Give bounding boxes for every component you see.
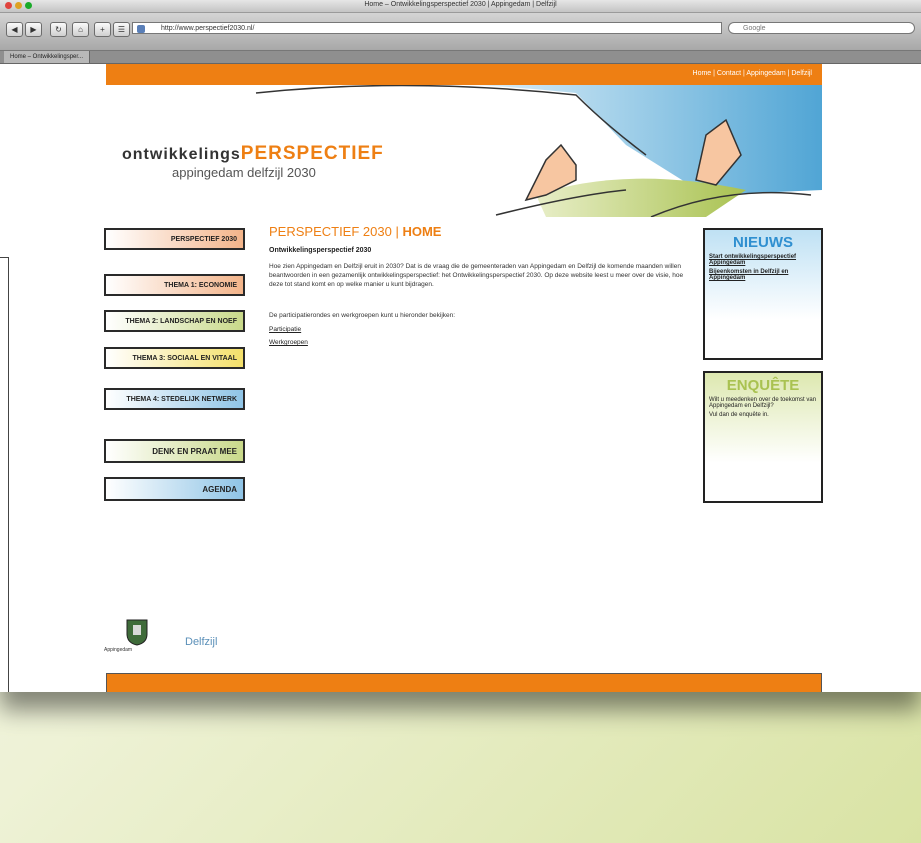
appingedam-logo-label: Appingedam <box>104 647 133 653</box>
participation-paragraph: De participatierondes en werkgroepen kun… <box>269 312 456 319</box>
site-logo[interactable]: ontwikkelingsPERSPECTIEF <box>122 143 384 165</box>
forward-button[interactable]: ▶ <box>25 22 42 37</box>
header-banner: ontwikkelingsPERSPECTIEF appingedam delf… <box>106 85 822 217</box>
tab-home[interactable]: Home – Ontwikkelingsper... <box>4 51 91 63</box>
survey-link[interactable]: Vul dan de enquête in. <box>709 412 817 418</box>
address-bar[interactable]: http://www.perspectief2030.nl/ <box>132 22 722 34</box>
nav-button-3[interactable]: THEMA 2: LANDSCHAP EN NOEF <box>104 310 245 332</box>
web-page: Home | Contact | Appingedam | Delfzijl o… <box>0 64 921 692</box>
footer-bar <box>106 673 822 692</box>
title-bar: Home – Ontwikkelingsperspectief 2030 | A… <box>0 0 921 13</box>
survey-box: ENQUÊTE Wilt u meedenken over de toekoms… <box>703 371 823 503</box>
home-icon[interactable]: ⌂ <box>72 22 89 37</box>
divider-line <box>0 257 8 258</box>
nav-button-2[interactable]: THEMA 1: ECONOMIE <box>104 274 245 296</box>
news-box: NIEUWS Start ontwikkelingsperspectief Ap… <box>703 228 823 360</box>
news-item[interactable]: Start ontwikkelingsperspectief Appingeda… <box>709 254 817 266</box>
browser-window: Home – Ontwikkelingsperspectief 2030 | A… <box>0 0 921 692</box>
news-item[interactable]: Bijeenkomsten in Delfzijl en Appingedam <box>709 269 817 281</box>
page-title: PERSPECTIEF 2030 | HOME <box>269 224 442 239</box>
site-logo-subtitle: appingedam delfzijl 2030 <box>172 165 316 180</box>
browser-toolbar: ◀ ▶ ↻ ⌂ + ☰ http://www.perspectief2030.n… <box>0 13 921 51</box>
nav-button-4[interactable]: THEMA 3: SOCIAAL EN VITAAL <box>104 347 245 369</box>
survey-text: Wilt u meedenken over de toekomst van Ap… <box>709 397 817 409</box>
nav-button-1[interactable]: PERSPECTIEF 2030 <box>104 228 245 250</box>
bookmarks-button[interactable]: ☰ <box>113 22 130 37</box>
content-subtitle: Ontwikkelingsperspectief 2030 <box>269 247 372 254</box>
top-links[interactable]: Home | Contact | Appingedam | Delfzijl <box>693 70 812 77</box>
nav-button-6[interactable]: DENK EN PRAAT MEE <box>104 439 245 463</box>
window-title: Home – Ontwikkelingsperspectief 2030 | A… <box>364 1 557 8</box>
back-button[interactable]: ◀ <box>6 22 23 37</box>
nav-button-5[interactable]: THEMA 4: STEDELIJK NETWERK <box>104 388 245 410</box>
divider-line-vertical <box>8 257 9 692</box>
main-content: PERSPECTIEF 2030 | HOME Ontwikkelingsper… <box>269 224 689 346</box>
news-title: NIEUWS <box>733 234 793 251</box>
reload-icon[interactable]: ↻ <box>50 22 67 37</box>
nav-button-7[interactable]: AGENDA <box>104 477 245 501</box>
intro-paragraph: Hoe zien Appingedam en Delfzijl eruit in… <box>269 263 684 288</box>
url-text: http://www.perspectief2030.nl/ <box>161 25 255 32</box>
search-input[interactable]: Google <box>728 22 915 34</box>
participation-link[interactable]: Participatie <box>269 326 689 333</box>
survey-title: ENQUÊTE <box>726 377 800 394</box>
favicon-icon <box>137 25 145 33</box>
tab-bar: Home – Ontwikkelingsper... <box>0 51 921 64</box>
top-bar: Home | Contact | Appingedam | Delfzijl <box>106 64 822 85</box>
bookmark-icon[interactable]: + <box>94 22 111 37</box>
workgroups-link[interactable]: Werkgroepen <box>269 339 689 346</box>
delfzijl-logo: Delfzijl <box>185 636 218 648</box>
